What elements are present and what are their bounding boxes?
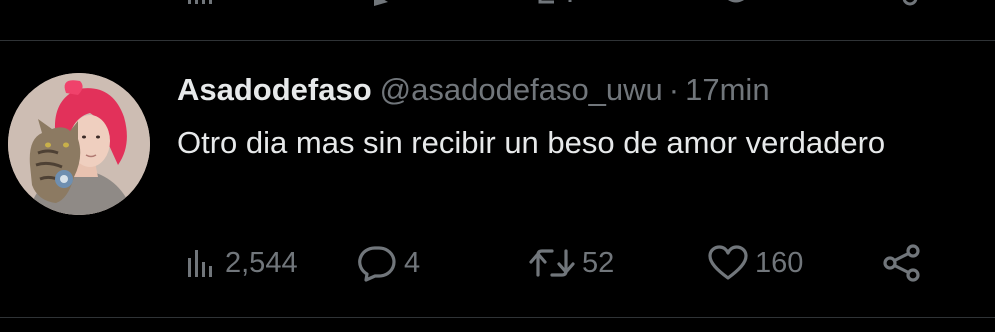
previous-tweet-actions — [0, 0, 995, 8]
retweet-arrows-icon — [528, 245, 576, 281]
separator-dot: · — [668, 72, 680, 107]
share-button[interactable] — [882, 241, 922, 285]
tweet-header: Asadodefaso @asadodefaso_uwu · 17min — [177, 70, 770, 110]
tweet-text: Otro dia mas sin recibir un beso de amor… — [177, 125, 886, 160]
reply-bubble-icon — [356, 244, 398, 282]
prev-share-icon[interactable] — [895, 0, 925, 13]
prev-like-icon[interactable] — [716, 0, 756, 13]
prev-retweet-icon[interactable] — [536, 0, 576, 13]
retweet-count: 52 — [582, 246, 615, 279]
tweet-actions: 2,544 4 52 160 — [0, 241, 995, 285]
display-name[interactable]: Asadodefaso — [177, 72, 372, 107]
reply-button[interactable]: 4 — [356, 241, 420, 285]
views-bar-chart-icon — [185, 246, 219, 280]
user-handle[interactable]: @asadodefaso_uwu — [380, 72, 663, 107]
like-button[interactable]: 160 — [707, 241, 803, 285]
prev-views-icon[interactable] — [185, 0, 215, 13]
reply-count: 4 — [404, 246, 421, 279]
views-count: 2,544 — [225, 246, 298, 279]
avatar[interactable] — [8, 73, 150, 215]
retweet-button[interactable]: 52 — [528, 241, 614, 285]
divider-bottom — [0, 317, 995, 318]
timestamp[interactable]: 17min — [685, 72, 769, 107]
share-icon — [882, 243, 922, 283]
heart-icon — [707, 244, 749, 282]
like-count: 160 — [755, 246, 804, 279]
prev-reply-icon[interactable] — [368, 0, 398, 13]
views-button[interactable]: 2,544 — [185, 241, 298, 285]
avatar-photo-icon — [8, 73, 150, 215]
divider-top — [0, 40, 995, 41]
